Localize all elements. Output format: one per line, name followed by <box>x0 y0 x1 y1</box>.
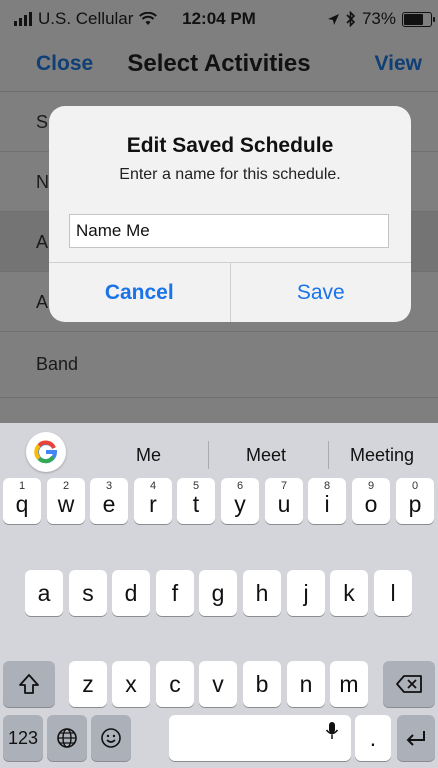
battery-icon <box>402 11 435 27</box>
backspace-key[interactable] <box>383 661 435 707</box>
keyboard: Me Meet Meeting 1q 2w 3e 4r 5t 6y 7u 8i … <box>0 423 438 768</box>
suggestion[interactable]: Meeting <box>350 445 414 466</box>
status-right: 73% <box>327 9 435 29</box>
dialog-message: Enter a name for this schedule. <box>119 166 341 183</box>
key[interactable]: b <box>243 661 281 707</box>
key[interactable]: m <box>330 661 368 707</box>
period-key[interactable]: . <box>355 715 391 761</box>
list-item-label: Band <box>36 354 79 374</box>
shift-icon <box>19 674 39 694</box>
key-label: t <box>192 490 200 517</box>
schedule-name-input[interactable] <box>69 214 389 248</box>
emoji-icon <box>101 728 121 748</box>
key-label: c <box>169 670 181 697</box>
key[interactable]: 0p <box>396 478 434 524</box>
key-label: g <box>211 579 225 606</box>
key[interactable]: v <box>199 661 237 707</box>
save-button[interactable]: Save <box>231 263 412 322</box>
battery-percent: 73% <box>361 9 396 28</box>
suggestion-divider <box>208 441 209 469</box>
key-label: h <box>255 579 269 606</box>
key-label: s <box>82 579 94 606</box>
key[interactable]: f <box>156 570 194 616</box>
key-label: d <box>124 579 138 606</box>
key-label: f <box>171 579 179 606</box>
key[interactable]: j <box>287 570 325 616</box>
key-label: p <box>408 490 422 517</box>
key-label: b <box>255 670 269 697</box>
key[interactable]: 9o <box>352 478 390 524</box>
return-key[interactable] <box>397 715 435 761</box>
key[interactable]: x <box>112 661 150 707</box>
key-label: y <box>234 490 246 517</box>
key-label: r <box>149 490 157 517</box>
edit-schedule-dialog: Edit Saved Schedule Enter a name for thi… <box>49 106 411 322</box>
suggestion[interactable]: Meet <box>246 445 286 466</box>
space-key[interactable] <box>169 715 351 761</box>
status-bar: U.S. Cellular 12:04 PM 73% <box>0 0 438 40</box>
view-button[interactable]: View <box>375 52 422 76</box>
list-item-label: N <box>36 172 49 192</box>
key[interactable]: s <box>69 570 107 616</box>
key[interactable]: 4r <box>134 478 172 524</box>
key[interactable]: z <box>69 661 107 707</box>
key[interactable]: k <box>330 570 368 616</box>
suggestion[interactable]: Me <box>136 445 161 466</box>
key-label: 123 <box>7 727 39 748</box>
key[interactable]: 2w <box>47 478 85 524</box>
key-label: v <box>212 670 224 697</box>
key-label: z <box>82 670 94 697</box>
backspace-icon <box>396 675 422 693</box>
key-label: e <box>102 490 116 517</box>
cancel-button[interactable]: Cancel <box>49 263 231 322</box>
suggestion-bar: Me Meet Meeting <box>0 423 438 481</box>
list-item-label: A <box>36 292 49 312</box>
key-label: i <box>324 490 330 517</box>
key-label: u <box>277 490 291 517</box>
key-label: n <box>299 670 313 697</box>
key-label: k <box>343 579 355 606</box>
key[interactable]: 6y <box>221 478 259 524</box>
return-icon <box>406 731 425 746</box>
key[interactable]: l <box>374 570 412 616</box>
microphone-icon[interactable] <box>325 721 339 741</box>
numbers-key[interactable]: 123 <box>3 715 43 761</box>
bluetooth-icon <box>346 11 356 27</box>
dialog-buttons: Cancel Save <box>49 262 411 322</box>
key-label: . <box>369 724 377 751</box>
key-label: q <box>15 490 29 517</box>
key[interactable]: d <box>112 570 150 616</box>
globe-icon <box>57 728 77 748</box>
key[interactable]: 5t <box>177 478 215 524</box>
location-icon <box>327 13 339 25</box>
dialog-title: Edit Saved Schedule <box>126 134 334 157</box>
key[interactable]: a <box>25 570 63 616</box>
globe-key[interactable] <box>47 715 87 761</box>
key[interactable]: 7u <box>265 478 303 524</box>
page-title: Select Activities <box>127 50 311 77</box>
key[interactable]: g <box>199 570 237 616</box>
list-item[interactable]: Band <box>0 332 438 398</box>
key[interactable]: 1q <box>3 478 41 524</box>
list-item-label: S <box>36 112 49 132</box>
key-label: j <box>303 579 309 606</box>
key-label: w <box>57 490 75 517</box>
key-label: a <box>37 579 51 606</box>
suggestion-divider <box>328 441 329 469</box>
key-label: m <box>339 670 359 697</box>
key-label: o <box>364 490 378 517</box>
key[interactable]: 8i <box>308 478 346 524</box>
nav-bar: Close Select Activities View <box>0 40 438 92</box>
shift-key[interactable] <box>3 661 55 707</box>
key[interactable]: c <box>156 661 194 707</box>
key-label: l <box>390 579 396 606</box>
key[interactable]: 3e <box>90 478 128 524</box>
key[interactable]: n <box>287 661 325 707</box>
section-header-label: A <box>36 232 49 252</box>
key[interactable]: h <box>243 570 281 616</box>
google-icon[interactable] <box>26 432 66 472</box>
key-label: x <box>125 670 137 697</box>
emoji-key[interactable] <box>91 715 131 761</box>
